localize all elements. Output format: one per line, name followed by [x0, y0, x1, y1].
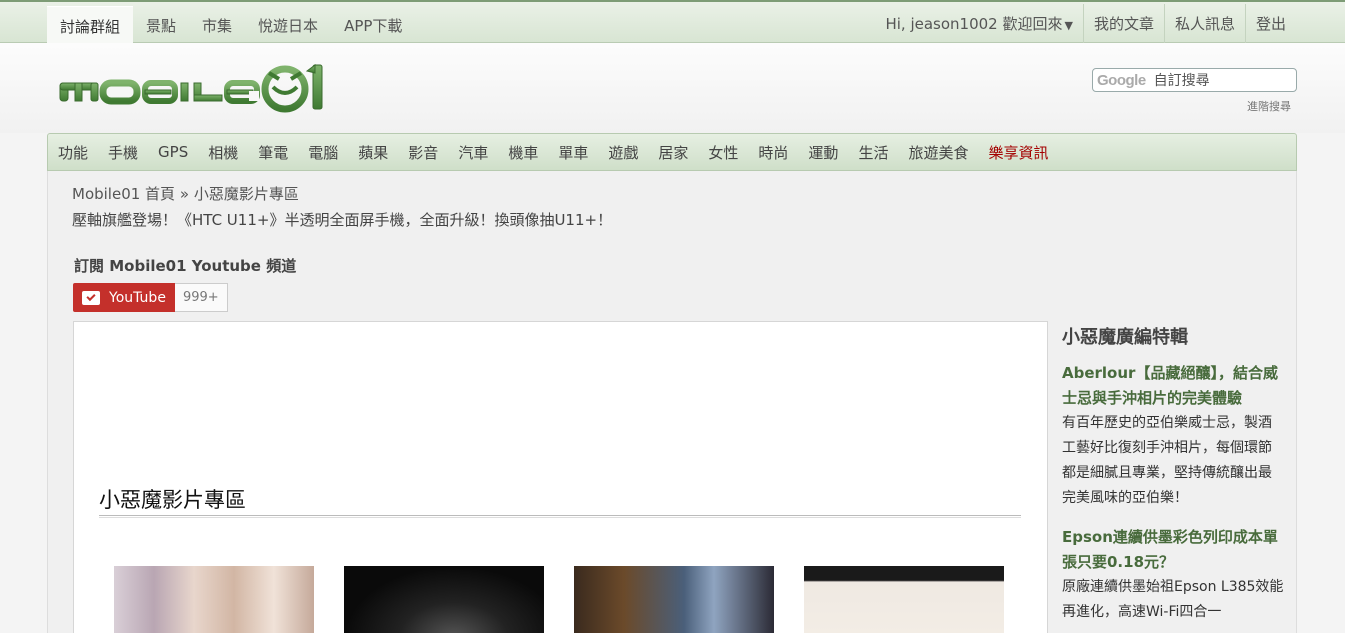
search-input[interactable]: Google 自訂搜尋	[1092, 68, 1297, 92]
cat-computers[interactable]: 電腦	[308, 142, 338, 163]
tab-market[interactable]: 市集	[189, 6, 245, 44]
top-bar: 討論群組 景點 市集 悅遊日本 APP下載 Hi, jeason1002 歡迎回…	[0, 0, 1345, 44]
cat-sports[interactable]: 運動	[808, 142, 838, 163]
cat-games[interactable]: 遊戲	[608, 142, 638, 163]
cat-home[interactable]: 居家	[658, 142, 688, 163]
youtube-label: YouTube	[109, 289, 166, 306]
breadcrumb-home[interactable]: Mobile01 首頁	[72, 185, 175, 203]
breadcrumb-current[interactable]: 小惡魔影片專區	[194, 185, 299, 203]
cat-cameras[interactable]: 相機	[208, 142, 238, 163]
logout-link[interactable]: 登出	[1244, 4, 1296, 44]
top-tabs: 討論群組 景點 市集 悅遊日本 APP下載	[47, 6, 415, 44]
cat-av[interactable]: 影音	[408, 142, 438, 163]
caret-down-icon: ▼	[1064, 19, 1073, 32]
breadcrumb-separator: »	[179, 185, 190, 203]
private-messages-link[interactable]: 私人訊息	[1163, 4, 1245, 44]
panel-divider	[99, 515, 1021, 518]
tab-japan-travel[interactable]: 悅遊日本	[245, 6, 331, 44]
youtube-button[interactable]: YouTube	[73, 283, 175, 312]
video-thumbnail-models[interactable]	[804, 566, 1004, 633]
user-greeting-dropdown[interactable]: Hi, jeason1002 歡迎回來 ▼	[875, 4, 1082, 44]
sidebar-title: 小惡魔廣編特輯	[1062, 327, 1188, 348]
cat-apple[interactable]: 蘋果	[358, 142, 388, 163]
cat-life[interactable]: 生活	[858, 142, 888, 163]
cat-cars[interactable]: 汽車	[458, 142, 488, 163]
tab-attractions[interactable]: 景點	[133, 6, 189, 44]
cat-fashion[interactable]: 時尚	[758, 142, 788, 163]
google-logo: Google	[1097, 71, 1146, 89]
sidebar-article-desc: 有百年歷史的亞伯樂威士忌，製酒工藝好比復刻手沖相片，每個環節都是細膩且專業，堅持…	[1062, 415, 1272, 506]
breadcrumb: Mobile01 首頁 » 小惡魔影片專區	[72, 183, 299, 204]
video-thumbnail-event[interactable]	[574, 566, 774, 633]
cat-special-info[interactable]: 樂享資訊	[988, 142, 1048, 163]
subscriber-count: 999+	[174, 283, 228, 312]
cat-travel-food[interactable]: 旅遊美食	[908, 142, 968, 163]
cat-phones[interactable]: 手機	[108, 142, 138, 163]
cat-bicycles[interactable]: 單車	[558, 142, 588, 163]
video-panel: 小惡魔影片專區	[73, 321, 1048, 633]
category-nav: 功能 手機 GPS 相機 筆電 電腦 蘋果 影音 汽車 機車 單車 遊戲 居家 …	[47, 133, 1297, 171]
my-articles-link[interactable]: 我的文章	[1082, 4, 1164, 44]
search-placeholder: 自訂搜尋	[1153, 73, 1210, 89]
cat-gps[interactable]: GPS	[158, 143, 188, 161]
video-thumbnail-camera[interactable]	[344, 566, 544, 633]
logo-graphic	[59, 64, 323, 113]
sidebar: 小惡魔廣編特輯 Aberlour【品藏絕釀】，結合威士忌與手沖相片的完美體驗 有…	[1062, 321, 1284, 633]
site-header: Google 自訂搜尋 進階搜尋	[0, 43, 1345, 133]
headline-link[interactable]: 壓軸旗艦登場！《HTC U11+》半透明全面屏手機，全面升級！換頭像抽U11+！	[72, 209, 612, 230]
sidebar-article-desc: 原廠連續供墨始祖Epson L385效能再進化，高速Wi-Fi四合一	[1062, 579, 1284, 620]
youtube-subscribe-button[interactable]: YouTube 999+	[73, 283, 228, 312]
subscribe-title: 訂閱 Mobile01 Youtube 頻道	[74, 257, 297, 275]
video-thumbnails	[114, 566, 1034, 633]
youtube-check-icon	[82, 290, 100, 305]
main-content: Mobile01 首頁 » 小惡魔影片專區 壓軸旗艦登場！《HTC U11+》半…	[47, 171, 1297, 633]
sidebar-article: Aberlour【品藏絕釀】，結合威士忌與手沖相片的完美體驗 有百年歷史的亞伯樂…	[1062, 361, 1284, 511]
sidebar-article-title[interactable]: Aberlour【品藏絕釀】，結合威士忌與手沖相片的完美體驗	[1062, 361, 1284, 411]
user-greeting: Hi, jeason1002 歡迎回來	[885, 15, 1063, 33]
user-menu: Hi, jeason1002 歡迎回來 ▼ 我的文章 私人訊息 登出	[875, 4, 1296, 44]
cat-women[interactable]: 女性	[708, 142, 738, 163]
cat-laptops[interactable]: 筆電	[258, 142, 288, 163]
sidebar-article: Epson連續供墨彩色列印成本單張只要0.18元？ 原廠連續供墨始祖Epson …	[1062, 525, 1284, 625]
cat-features[interactable]: 功能	[58, 142, 88, 163]
advanced-search-link[interactable]: 進階搜尋	[1247, 98, 1291, 114]
mobile01-logo[interactable]	[57, 61, 337, 120]
tab-forum[interactable]: 討論群組	[47, 6, 134, 44]
sidebar-article-title[interactable]: Epson連續供墨彩色列印成本單張只要0.18元？	[1062, 525, 1284, 575]
cat-motorcycles[interactable]: 機車	[508, 142, 538, 163]
video-thumbnail-girls[interactable]	[114, 566, 314, 633]
tab-app-download[interactable]: APP下載	[331, 6, 415, 44]
panel-title: 小惡魔影片專區	[99, 488, 246, 512]
